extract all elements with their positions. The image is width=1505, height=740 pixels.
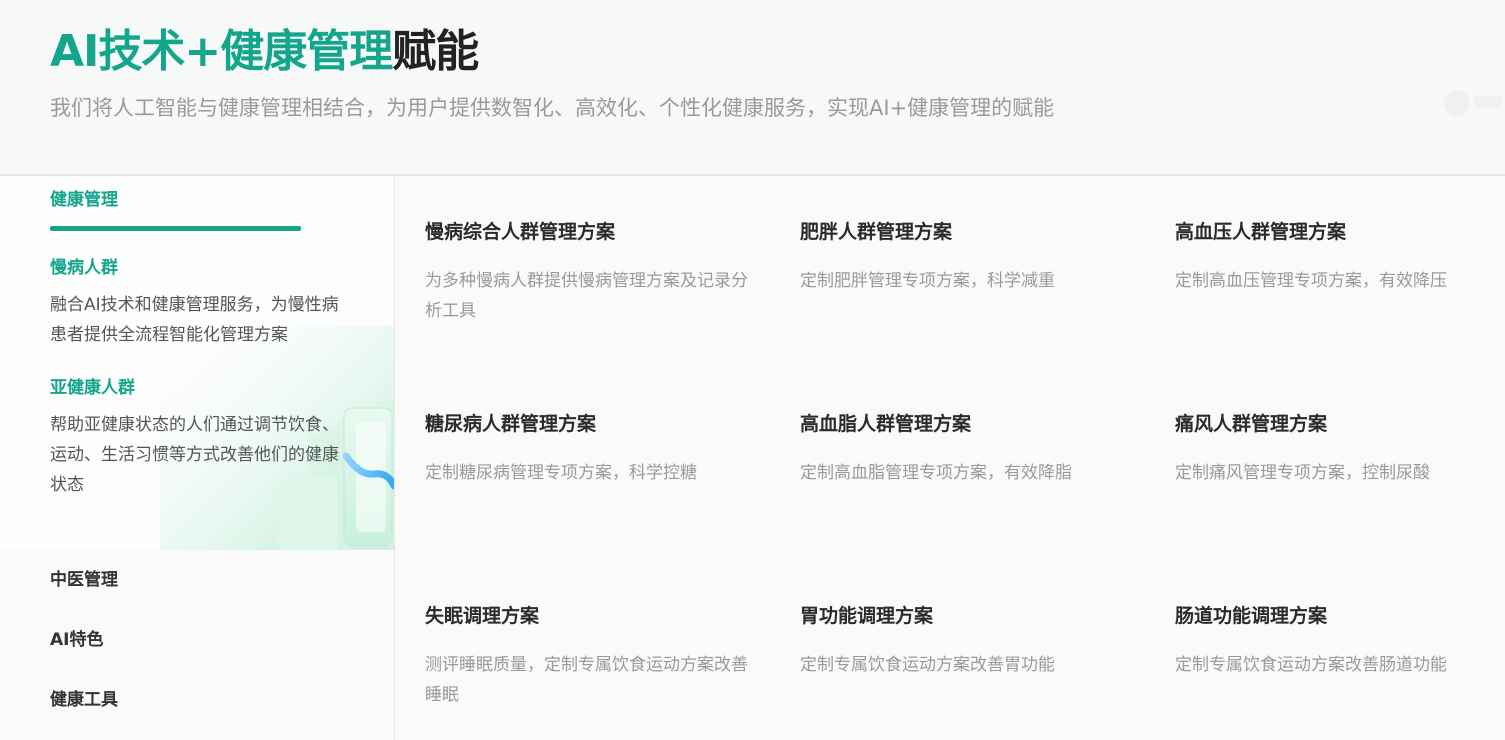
- page-subtitle: 我们将人工智能与健康管理相结合，为用户提供数智化、高效化、个性化健康服务，实现A…: [50, 96, 1055, 120]
- sidebar-item-ai-features[interactable]: AI特色: [50, 628, 103, 652]
- card-title: 糖尿病人群管理方案: [425, 413, 597, 435]
- sidebar-active-panel: 健康管理 慢病人群 融合AI技术和健康管理服务，为慢性病患者提供全流程智能化管理…: [0, 176, 394, 550]
- sidebar: 健康管理 慢病人群 融合AI技术和健康管理服务，为慢性病患者提供全流程智能化管理…: [0, 176, 394, 740]
- card-desc: 定制专属饮食运动方案改善胃功能: [800, 655, 1055, 675]
- page-title: AI技术+健康管理赋能: [50, 22, 479, 82]
- card-intestine-plan[interactable]: 肠道功能调理方案 定制专属饮食运动方案改善肠道功能: [1175, 602, 1505, 680]
- card-title: 失眠调理方案: [425, 605, 540, 627]
- faint-logo-mark: [1474, 96, 1502, 108]
- card-desc: 定制高血脂管理专项方案，有效降脂: [800, 463, 1072, 483]
- card-desc: 定制痛风管理专项方案，控制尿酸: [1175, 463, 1430, 483]
- sidebar-item-tcm[interactable]: 中医管理: [50, 568, 118, 592]
- group-title-chronic[interactable]: 慢病人群: [50, 256, 118, 280]
- card-title: 胃功能调理方案: [800, 605, 934, 627]
- card-title: 高血脂人群管理方案: [800, 413, 972, 435]
- card-desc: 定制肥胖管理专项方案，科学减重: [800, 271, 1055, 291]
- card-hypertension-plan[interactable]: 高血压人群管理方案 定制高血压管理专项方案，有效降压: [1175, 218, 1505, 296]
- card-title: 肠道功能调理方案: [1175, 605, 1328, 627]
- card-desc: 为多种慢病人群提供慢病管理方案及记录分析工具: [425, 271, 748, 321]
- card-title: 痛风人群管理方案: [1175, 413, 1328, 435]
- card-desc: 定制糖尿病管理专项方案，科学控糖: [425, 463, 697, 483]
- card-title: 慢病综合人群管理方案: [425, 221, 616, 243]
- card-title: 高血压人群管理方案: [1175, 221, 1347, 243]
- sidebar-divider: [394, 176, 395, 740]
- active-tab-underline: [50, 226, 301, 231]
- group-title-subhealth[interactable]: 亚健康人群: [50, 376, 135, 400]
- card-diabetes-plan[interactable]: 糖尿病人群管理方案 定制糖尿病管理专项方案，科学控糖: [425, 410, 765, 488]
- sidebar-item-health-tools[interactable]: 健康工具: [50, 688, 118, 712]
- faint-logo-icon: [1444, 90, 1470, 116]
- group-desc-chronic: 融合AI技术和健康管理服务，为慢性病患者提供全流程智能化管理方案: [50, 295, 339, 345]
- card-stomach-plan[interactable]: 胃功能调理方案 定制专属饮食运动方案改善胃功能: [800, 602, 1140, 680]
- card-obesity-plan[interactable]: 肥胖人群管理方案 定制肥胖管理专项方案，科学减重: [800, 218, 1140, 296]
- card-gout-plan[interactable]: 痛风人群管理方案 定制痛风管理专项方案，控制尿酸: [1175, 410, 1505, 488]
- card-desc: 测评睡眠质量，定制专属饮食运动方案改善睡眠: [425, 655, 748, 705]
- card-desc: 定制专属饮食运动方案改善肠道功能: [1175, 655, 1447, 675]
- card-title: 肥胖人群管理方案: [800, 221, 953, 243]
- card-desc: 定制高血压管理专项方案，有效降压: [1175, 271, 1447, 291]
- card-hyperlipidemia-plan[interactable]: 高血脂人群管理方案 定制高血脂管理专项方案，有效降脂: [800, 410, 1140, 488]
- tab-health-management[interactable]: 健康管理: [50, 188, 118, 212]
- page-title-rest: 赋能: [392, 26, 479, 77]
- page-title-accent: AI技术+健康管理: [50, 26, 393, 77]
- card-chronic-plan[interactable]: 慢病综合人群管理方案 为多种慢病人群提供慢病管理方案及记录分析工具: [425, 218, 765, 326]
- group-desc-subhealth: 帮助亚健康状态的人们通过调节饮食、运动、生活习惯等方式改善他们的健康状态: [50, 415, 339, 495]
- page-header: AI技术+健康管理赋能 我们将人工智能与健康管理相结合，为用户提供数智化、高效化…: [0, 0, 1505, 174]
- card-insomnia-plan[interactable]: 失眠调理方案 测评睡眠质量，定制专属饮食运动方案改善睡眠: [425, 602, 765, 710]
